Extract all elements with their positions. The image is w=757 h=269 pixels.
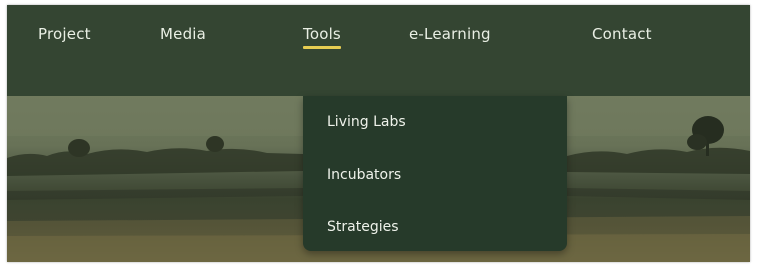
dropdown-item-living-labs[interactable]: Living Labs [327, 114, 406, 130]
dropdown-item-strategies[interactable]: Strategies [327, 219, 399, 235]
page-frame: Project Media Tools e-Learning Contact L… [7, 5, 750, 262]
nav-item-e-learning[interactable]: e-Learning [409, 25, 491, 47]
tools-dropdown-menu: Living Labs Incubators Strategies [303, 96, 567, 251]
main-navigation: Project Media Tools e-Learning Contact [7, 5, 750, 96]
nav-item-contact[interactable]: Contact [592, 25, 652, 47]
dropdown-item-incubators[interactable]: Incubators [327, 167, 401, 183]
nav-item-project[interactable]: Project [38, 25, 91, 47]
nav-item-media[interactable]: Media [160, 25, 206, 47]
nav-item-tools[interactable]: Tools [303, 25, 341, 49]
